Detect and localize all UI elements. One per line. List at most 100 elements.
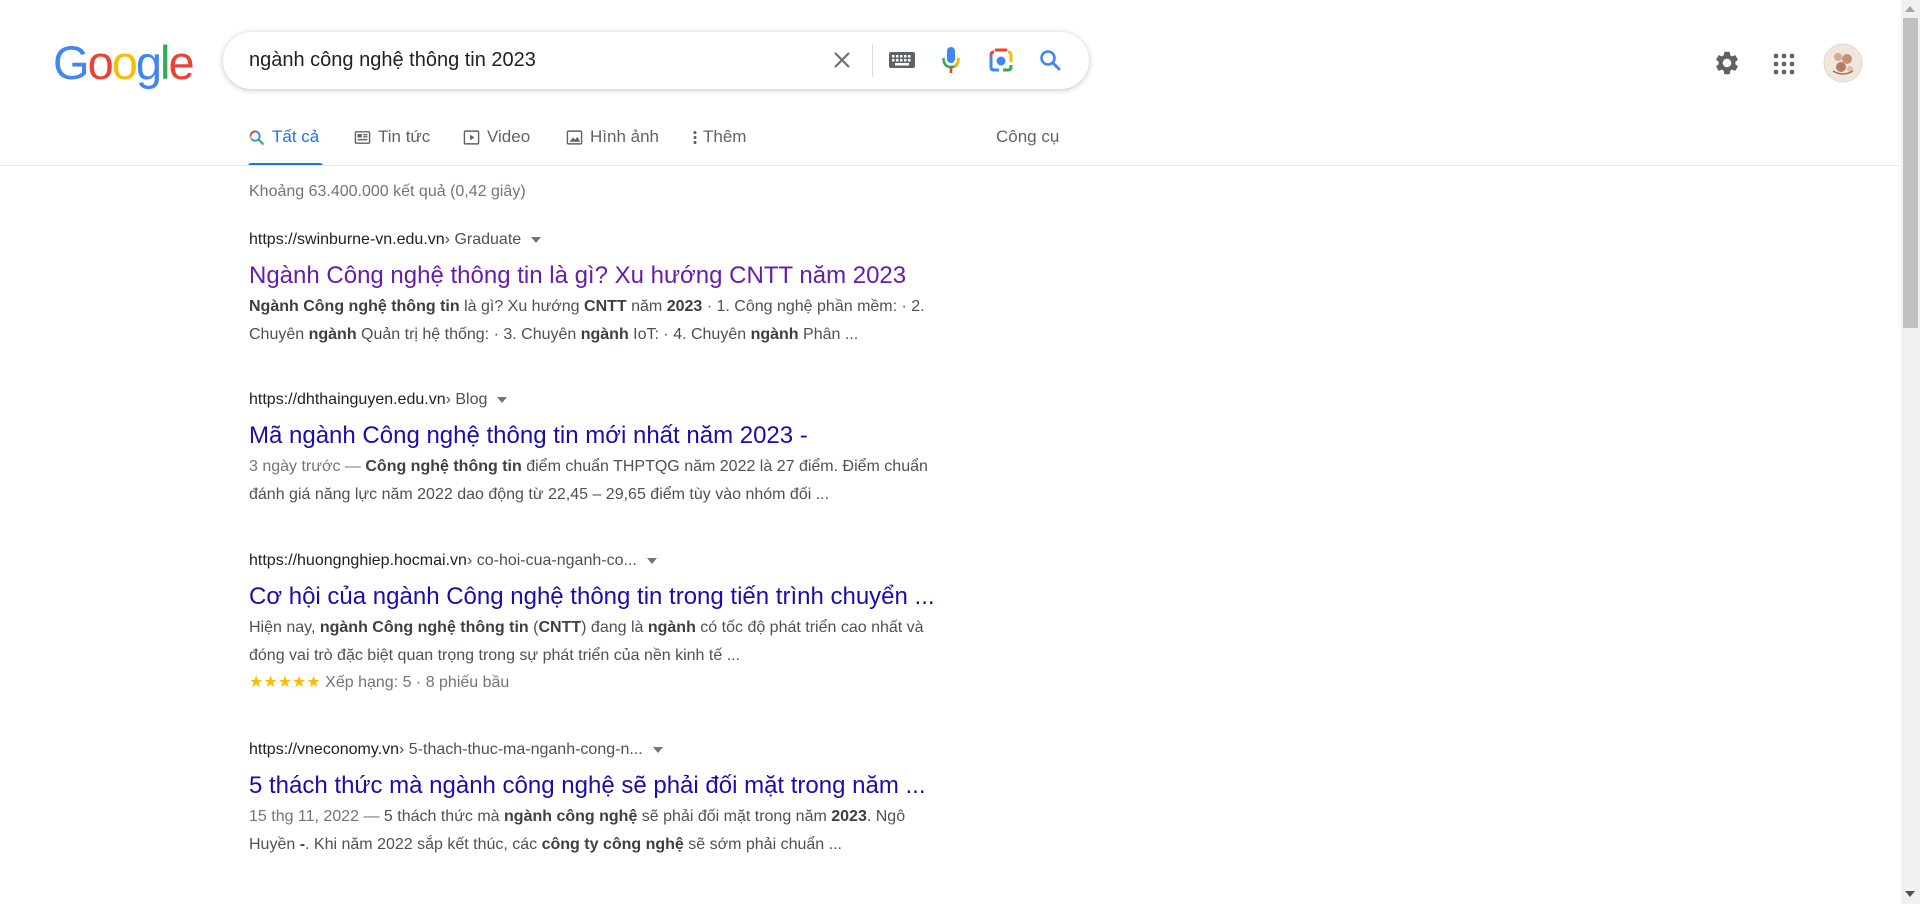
tab-news[interactable]: Tin tức	[354, 127, 430, 165]
snippet-text: có tốc độ phát triển cao nhất và	[695, 619, 924, 636]
snippet-highlight: CNTT	[538, 619, 582, 636]
vertical-scrollbar[interactable]	[1901, 0, 1920, 904]
keyboard-icon[interactable]	[888, 46, 916, 74]
snippet-text: . Ngô	[866, 808, 906, 825]
snippet-text: Phân ...	[798, 326, 859, 343]
logo-letter: e	[168, 36, 194, 89]
image-icon	[566, 129, 583, 146]
result-site: https://huongnghiep.hocmai.vn	[249, 552, 467, 569]
rating-row: ★★★★★ Xếp hạng: 5 · 8 phiếu bầu	[249, 670, 1009, 696]
search-input[interactable]: ngành công nghệ thông tin 2023	[249, 49, 536, 72]
snippet-text: Chuyên	[249, 326, 309, 343]
snippet-text: năm	[626, 298, 667, 315]
account-avatar[interactable]	[1823, 43, 1863, 83]
snippet-line: Hiện nay, ngành Công nghệ thông tin (CNT…	[249, 614, 1009, 642]
result-path: › Graduate	[444, 231, 522, 248]
logo-letter: o	[87, 36, 114, 89]
settings-gear-icon[interactable]	[1712, 48, 1742, 78]
tab-label: Tin tức	[378, 127, 431, 146]
chevron-down-icon[interactable]	[652, 747, 663, 753]
snippet-highlight: công ty công nghệ	[541, 836, 684, 853]
result-title-link[interactable]: Mã ngành Công nghệ thông tin mới nhất nă…	[249, 421, 1009, 451]
result-snippet: 15 thg 11, 2022 — 5 thách thức mà ngành …	[249, 803, 1009, 859]
search-result: https://swinburne-vn.edu.vn › Graduate N…	[249, 228, 1009, 349]
video-icon	[463, 129, 480, 146]
search-submit-icon[interactable]	[1036, 46, 1064, 74]
result-site: https://vneconomy.vn	[249, 741, 399, 758]
snippet-text: đánh giá năng lực năm 2022 dao động từ 2…	[249, 486, 830, 503]
result-url[interactable]: https://swinburne-vn.edu.vn › Graduate	[249, 228, 1009, 252]
result-snippet: 3 ngày trước — Công nghệ thông tin điểm …	[249, 453, 1009, 509]
result-site: https://swinburne-vn.edu.vn	[249, 231, 445, 248]
result-title-link[interactable]: 5 thách thức mà ngành công nghệ sẽ phải …	[249, 771, 1009, 801]
tab-more[interactable]: Thêm	[691, 127, 746, 165]
search-result: https://vneconomy.vn › 5-thach-thuc-ma-n…	[249, 738, 1009, 859]
scroll-up-arrow-icon[interactable]	[1905, 6, 1915, 12]
result-snippet: Hiện nay, ngành Công nghệ thông tin (CNT…	[249, 614, 1009, 670]
chevron-down-icon[interactable]	[531, 237, 542, 243]
snippet-text: Hiện nay,	[249, 619, 320, 636]
result-path: › co-hoi-cua-nganh-co...	[466, 552, 637, 569]
snippet-highlight: ngành	[647, 619, 696, 636]
close-icon[interactable]	[828, 46, 856, 74]
lens-camera-icon[interactable]	[987, 46, 1015, 74]
snippet-text: đóng vai trò đặc biệt quan trọng trong s…	[249, 647, 741, 664]
result-title-link[interactable]: Cơ hội của ngành Công nghệ thông tin tro…	[249, 582, 1009, 612]
snippet-line: 3 ngày trước — Công nghệ thông tin điểm …	[249, 453, 1009, 481]
snippet-highlight: ngành	[750, 326, 799, 343]
snippet-highlight: Ngành Công nghệ thông tin	[249, 298, 460, 315]
result-url[interactable]: https://dhthainguyen.edu.vn › Blog	[249, 388, 1009, 412]
tab-label: Thêm	[703, 127, 747, 146]
tab-label: Tất cả	[272, 127, 320, 146]
snippet-text: sẽ sớm phải chuẩn ...	[683, 836, 842, 853]
result-title-link[interactable]: Ngành Công nghệ thông tin là gì? Xu hướn…	[249, 261, 1009, 291]
result-url[interactable]: https://vneconomy.vn › 5-thach-thuc-ma-n…	[249, 738, 1009, 762]
search-result: https://huongnghiep.hocmai.vn › co-hoi-c…	[249, 549, 1009, 696]
scroll-down-arrow-icon[interactable]	[1905, 891, 1915, 897]
microphone-icon[interactable]	[937, 46, 965, 74]
snippet-date: 15 thg 11, 2022 —	[249, 808, 384, 825]
snippet-highlight: ngành	[580, 326, 629, 343]
snippet-text: là gì? Xu hướng	[459, 298, 585, 315]
tab-images[interactable]: Hình ảnh	[566, 127, 659, 165]
result-url[interactable]: https://huongnghiep.hocmai.vn › co-hoi-c…	[249, 549, 1009, 573]
news-icon	[354, 129, 371, 146]
snippet-text: ) đang là	[581, 619, 648, 636]
snippet-text: IoT: · 4. Chuyên	[628, 326, 751, 343]
header-divider	[0, 165, 1900, 166]
tab-all[interactable]: Tất cả	[248, 127, 323, 166]
google-logo[interactable]: Google	[53, 36, 195, 89]
snippet-text: điểm chuẩn THPTQG năm 2022 là 27 điểm. Đ…	[521, 458, 928, 475]
tab-label: Hình ảnh	[590, 127, 659, 146]
logo-letter: g	[135, 36, 162, 89]
more-vertical-icon	[691, 129, 699, 146]
snippet-highlight: 2023	[831, 808, 867, 825]
snippet-highlight: CNTT	[584, 298, 627, 315]
chevron-down-icon[interactable]	[497, 397, 508, 403]
snippet-text: Huyền	[249, 836, 300, 853]
tab-label: Video	[487, 127, 531, 146]
result-path: › Blog	[445, 391, 488, 408]
snippet-text: sẽ phải đối mặt trong năm	[637, 808, 832, 825]
snippet-highlight: 2023	[666, 298, 703, 315]
rating-text: Xếp hạng: 5 · 8 phiếu bầu	[325, 674, 510, 691]
snippet-text: . Khi năm 2022 sắp kết thúc, các	[305, 836, 542, 853]
tools-button[interactable]: Công cụ	[996, 127, 1059, 147]
rating-stars: ★★★★★	[249, 674, 321, 691]
chevron-down-icon[interactable]	[646, 558, 657, 564]
snippet-line: 15 thg 11, 2022 — 5 thách thức mà ngành …	[249, 803, 1009, 831]
logo-letter: o	[111, 36, 138, 89]
snippet-highlight: Công nghệ thông tin	[365, 458, 522, 475]
snippet-line: Huyền -. Khi năm 2022 sắp kết thúc, các …	[249, 831, 1009, 859]
snippet-highlight: ngành Công nghệ thông tin	[319, 619, 529, 636]
apps-grid-icon[interactable]	[1769, 49, 1799, 79]
tab-video[interactable]: Video	[463, 127, 530, 165]
search-results-page: Google ngành công nghệ thông tin 2023 Tấ…	[0, 0, 1920, 904]
snippet-highlight: ngành	[308, 326, 357, 343]
search-box[interactable]: ngành công nghệ thông tin 2023	[223, 32, 1089, 89]
result-site: https://dhthainguyen.edu.vn	[249, 391, 446, 408]
snippet-highlight: ngành công nghệ	[504, 808, 638, 825]
scrollbar-thumb[interactable]	[1903, 18, 1918, 328]
snippet-line: đóng vai trò đặc biệt quan trọng trong s…	[249, 642, 1009, 670]
search-icon	[248, 129, 265, 146]
